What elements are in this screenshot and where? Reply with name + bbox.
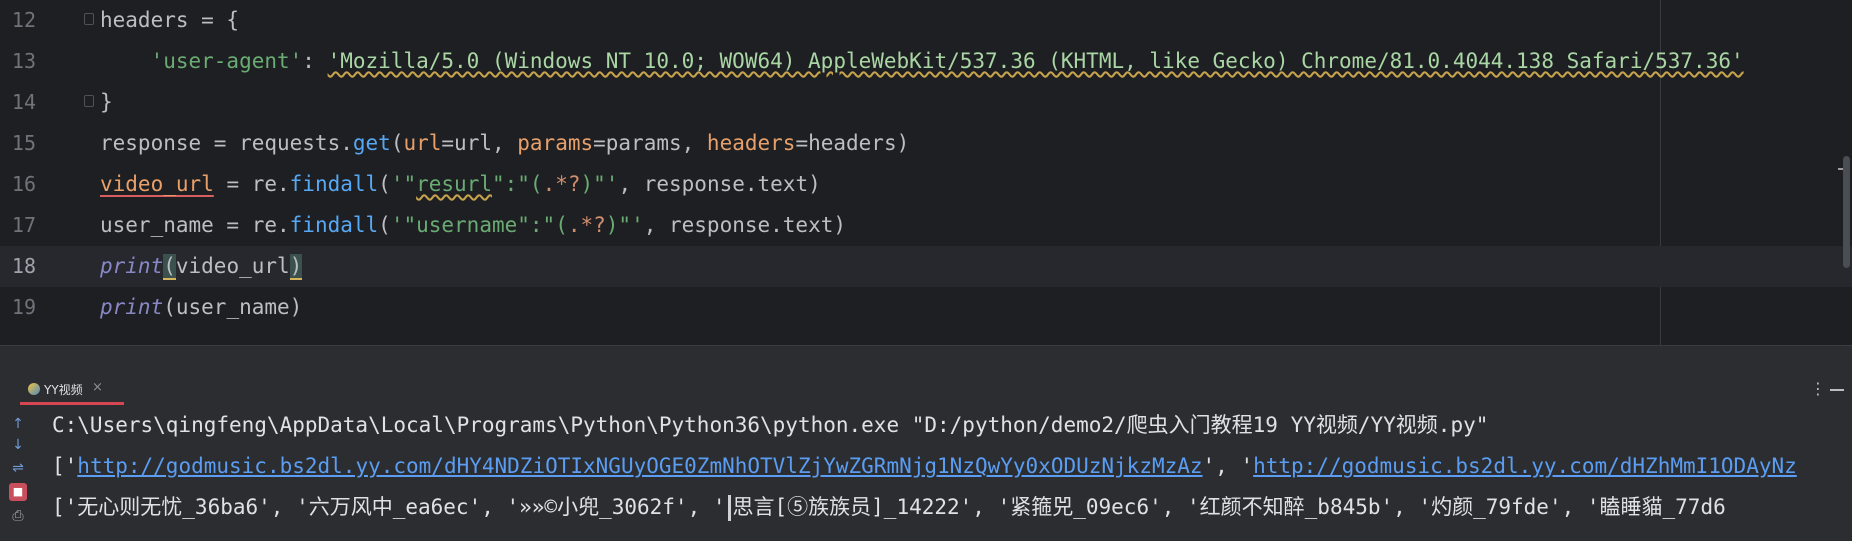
tab-label: YY视频 <box>44 383 83 397</box>
run-tab[interactable]: YY视频 × <box>14 373 124 405</box>
close-icon[interactable]: × <box>92 380 103 395</box>
fold-marker-icon[interactable] <box>84 13 94 25</box>
scroll-down-icon[interactable]: ↓ <box>9 436 27 454</box>
panel-divider[interactable] <box>0 345 1852 374</box>
line-number: 18 <box>11 254 36 278</box>
matched-paren: ) <box>289 254 303 280</box>
code-text: response = requests.get(url=url, params=… <box>100 131 910 155</box>
code-line-17[interactable]: 17 user_name = re.findall('"username":"(… <box>0 205 1852 246</box>
line-number: 14 <box>11 90 36 114</box>
minimize-icon[interactable] <box>1830 389 1844 391</box>
code-text: print(user_name) <box>100 295 303 319</box>
console-toolbar: ↑ ↓ ⇌ ■ ⎙ <box>0 405 36 541</box>
code-line-13[interactable]: 13 'user-agent': 'Mozilla/5.0 (Windows N… <box>0 41 1852 82</box>
matched-paren: ( <box>163 254 176 280</box>
console-output-urls: ['http://godmusic.bs2dl.yy.com/dHY4NDZiO… <box>52 454 1797 478</box>
line-number: 12 <box>11 8 36 32</box>
typo-warning: resurl <box>416 172 492 196</box>
url-link[interactable]: http://godmusic.bs2dl.yy.com/dHZhMmI1ODA… <box>1253 454 1797 478</box>
code-line-18-current[interactable]: 18 print(video_url) <box>0 246 1852 287</box>
soft-wrap-icon[interactable]: ⇌ <box>9 459 27 477</box>
line-number: 13 <box>11 49 36 73</box>
code-editor[interactable]: 12 headers = { 13 'user-agent': 'Mozilla… <box>0 0 1852 345</box>
url-link[interactable]: http://godmusic.bs2dl.yy.com/dHY4NDZiOTI… <box>77 454 1202 478</box>
line-number: 17 <box>11 213 36 237</box>
code-line-16[interactable]: 16 video_url = re.findall('"resurl":"(.*… <box>0 164 1852 205</box>
fold-marker-icon[interactable] <box>84 95 94 107</box>
editor-scrollbar[interactable] <box>1843 156 1850 268</box>
more-options-icon[interactable]: ⋮ <box>1810 379 1826 398</box>
code-text: user_name = re.findall('"username":"(.*?… <box>100 213 847 237</box>
line-number: 16 <box>11 172 36 196</box>
line-number: 19 <box>11 295 36 319</box>
code-text: video_url = re.findall('"resurl":"(.*?)"… <box>100 172 821 196</box>
scroll-up-icon[interactable]: ↑ <box>9 415 27 433</box>
code-line-15[interactable]: 15 response = requests.get(url=url, para… <box>0 123 1852 164</box>
line-number: 15 <box>11 131 36 155</box>
python-icon <box>28 383 40 395</box>
stop-icon[interactable]: ■ <box>9 483 27 501</box>
code-line-14[interactable]: 14 } <box>0 82 1852 123</box>
code-text: print(video_url) <box>100 254 303 280</box>
unused-variable: video_url <box>100 172 214 196</box>
code-text: 'user-agent': 'Mozilla/5.0 (Windows NT 1… <box>150 49 1744 73</box>
run-console[interactable]: ↑ ↓ ⇌ ■ ⎙ C:\Users\qingfeng\AppData\Loca… <box>0 405 1852 541</box>
console-output-usernames: ['无心则无忧_36ba6', '六万风中_ea6ec', '»»©小兜_306… <box>52 495 1726 521</box>
code-line-12[interactable]: 12 headers = { <box>0 0 1852 41</box>
user-agent-string: 'Mozilla/5.0 (Windows NT 10.0; WOW64) Ap… <box>327 49 1744 73</box>
code-line-19[interactable]: 19 print(user_name) <box>0 287 1852 328</box>
code-text: headers = { <box>100 8 240 32</box>
dict-key: 'user-agent' <box>150 49 303 73</box>
text-caret <box>727 495 731 521</box>
console-command-line: C:\Users\qingfeng\AppData\Local\Programs… <box>52 413 1489 437</box>
run-tool-window-header: YY视频 × ⋮ <box>0 373 1852 406</box>
code-text: } <box>100 90 113 114</box>
print-icon[interactable]: ⎙ <box>9 507 27 525</box>
